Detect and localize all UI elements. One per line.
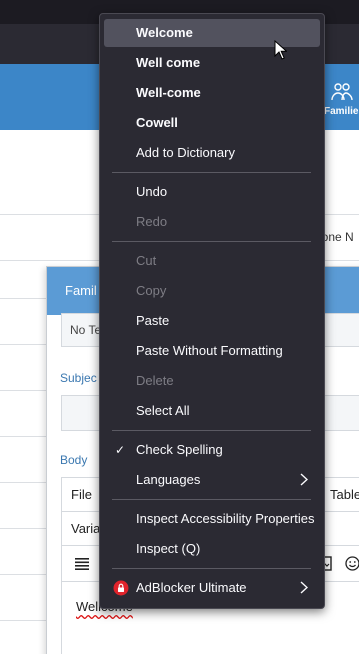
menu-item-undo[interactable]: Undo <box>104 178 320 206</box>
menu-item-select-all[interactable]: Select All <box>104 397 320 425</box>
menu-item-add-to-dictionary[interactable]: Add to Dictionary <box>104 139 320 167</box>
menu-item-label: Inspect (Q) <box>136 541 201 556</box>
menu-item-paste[interactable]: Paste <box>104 307 320 335</box>
divider <box>0 528 50 529</box>
menu-item-label: Well-come <box>136 85 201 100</box>
adblocker-icon <box>113 580 129 596</box>
editor-menu-file[interactable]: File <box>71 487 92 502</box>
menu-item-languages[interactable]: Languages <box>104 466 320 494</box>
menu-item-label: Well come <box>136 55 201 70</box>
divider <box>0 482 50 483</box>
nav-families-label: Families <box>324 106 359 117</box>
menu-separator <box>112 568 311 569</box>
divider <box>0 390 50 391</box>
editor-menu-table[interactable]: Table <box>330 487 359 502</box>
mouse-cursor-icon <box>274 40 287 60</box>
menu-separator <box>112 172 311 173</box>
menu-item-cut: Cut <box>104 247 320 275</box>
nav-families[interactable]: Families <box>322 78 359 122</box>
divider <box>0 574 50 575</box>
context-menu: Welcome Well come Well-come Cowell Add t… <box>99 13 325 609</box>
chevron-right-icon <box>300 581 308 594</box>
menu-item-label: Copy <box>136 283 167 298</box>
menu-item-label: Redo <box>136 214 168 229</box>
menu-item-paste-without-formatting[interactable]: Paste Without Formatting <box>104 337 320 365</box>
menu-item-inspect[interactable]: Inspect (Q) <box>104 535 320 563</box>
recipient-field-text: No Te <box>70 323 102 337</box>
align-icon[interactable] <box>75 558 89 570</box>
menu-item-label: Check Spelling <box>136 442 223 457</box>
editor-variables[interactable]: Varia <box>71 521 100 536</box>
divider <box>0 620 50 621</box>
menu-separator <box>112 499 311 500</box>
menu-item-check-spelling[interactable]: ✓ Check Spelling <box>104 436 320 464</box>
menu-item-label: Delete <box>136 373 174 388</box>
menu-item-delete: Delete <box>104 367 320 395</box>
menu-item-label: Inspect Accessibility Properties <box>136 511 315 526</box>
menu-item-redo: Redo <box>104 208 320 236</box>
emoji-icon[interactable] <box>345 556 359 571</box>
menu-item-label: Welcome <box>136 25 193 40</box>
menu-item-label: Languages <box>136 472 201 487</box>
divider <box>0 298 50 299</box>
menu-item-label: Select All <box>136 403 190 418</box>
checkmark-icon: ✓ <box>115 443 126 457</box>
menu-item-label: Paste Without Formatting <box>136 343 283 358</box>
menu-item-suggestion-4[interactable]: Cowell <box>104 109 320 137</box>
menu-item-copy: Copy <box>104 277 320 305</box>
menu-item-label: Paste <box>136 313 170 328</box>
menu-item-label: Add to Dictionary <box>136 145 235 160</box>
menu-item-adblocker[interactable]: AdBlocker Ultimate <box>104 574 320 602</box>
subject-label: Subjec <box>60 371 97 385</box>
menu-separator <box>112 241 311 242</box>
menu-item-label: Cowell <box>136 115 178 130</box>
divider <box>0 436 50 437</box>
menu-item-suggestion-3[interactable]: Well-come <box>104 79 320 107</box>
menu-separator <box>112 430 311 431</box>
menu-item-inspect-accessibility[interactable]: Inspect Accessibility Properties <box>104 505 320 533</box>
menu-item-suggestion-2[interactable]: Well come <box>104 49 320 77</box>
families-icon <box>331 83 353 101</box>
body-label: Body <box>60 453 88 467</box>
divider <box>0 344 50 345</box>
screen: Families hone N Famil No Te Subjec Body … <box>0 0 359 654</box>
chevron-right-icon <box>300 473 308 486</box>
modal-title: Famil <box>65 283 97 298</box>
menu-item-label: AdBlocker Ultimate <box>136 580 247 595</box>
menu-item-label: Cut <box>136 253 157 268</box>
menu-item-label: Undo <box>136 184 168 199</box>
menu-item-suggestion-1[interactable]: Welcome <box>104 19 320 47</box>
